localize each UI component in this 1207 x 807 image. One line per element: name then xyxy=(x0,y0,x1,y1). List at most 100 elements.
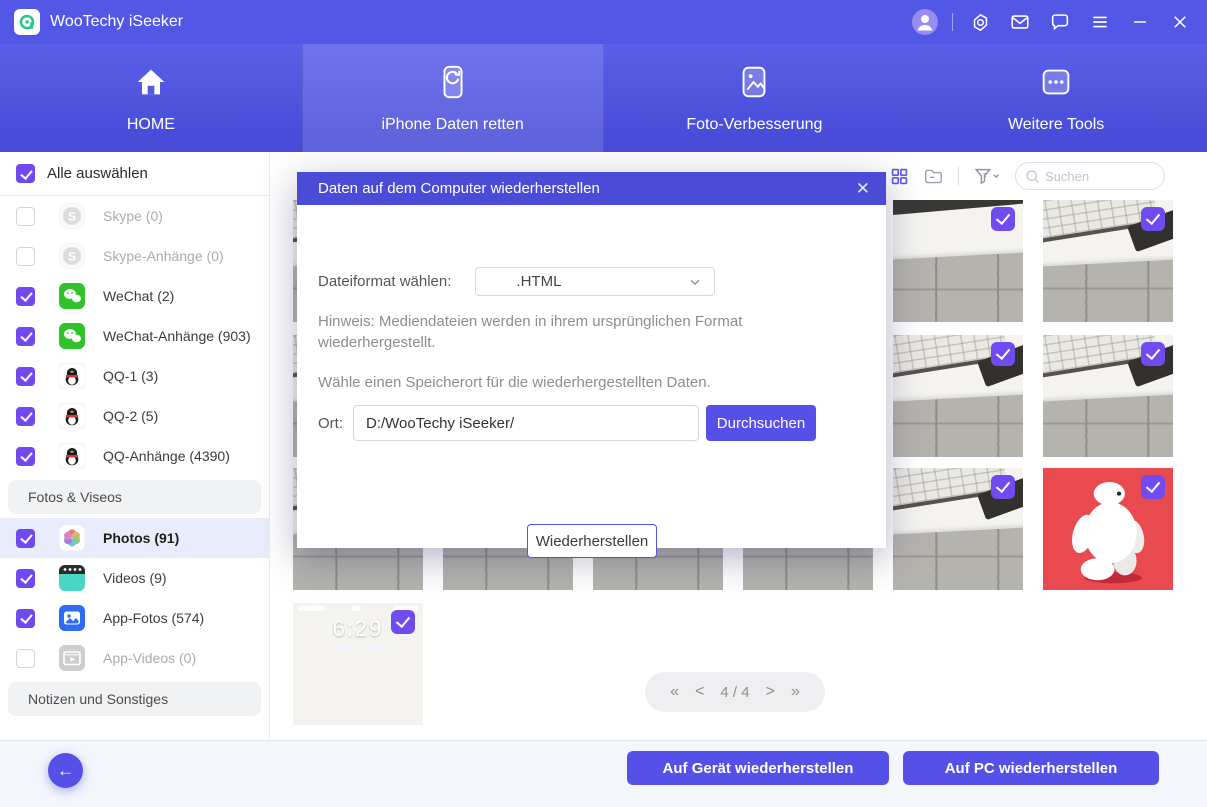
folder-view-icon[interactable] xyxy=(923,167,944,186)
titlebar: WooTechy iSeeker xyxy=(0,0,1207,44)
sidebar-item-qq-2-5-[interactable]: QQ-2 (5) xyxy=(0,396,269,436)
item-label: Videos (9) xyxy=(103,570,167,586)
photo-thumbnail[interactable] xyxy=(1043,468,1173,590)
select-all-checkbox[interactable] xyxy=(16,164,35,183)
wechat-icon xyxy=(59,323,85,349)
photo-checkbox[interactable] xyxy=(991,207,1015,231)
svg-text:S: S xyxy=(68,250,76,264)
search-icon xyxy=(1024,168,1041,185)
item-checkbox[interactable] xyxy=(16,609,35,628)
sidebar: Alle auswählen SSkype (0)SSkype-Anhänge … xyxy=(0,152,270,740)
photo-checkbox[interactable] xyxy=(991,475,1015,499)
skype-icon: S xyxy=(59,203,85,229)
restore-to-pc-button[interactable]: Auf PC wiederherstellen xyxy=(903,751,1159,785)
prev-page-button[interactable]: < xyxy=(695,683,704,701)
item-checkbox[interactable] xyxy=(16,367,35,386)
more-tools-icon xyxy=(1037,63,1075,106)
sidebar-item-skype-0-[interactable]: SSkype (0) xyxy=(0,196,269,236)
sidebar-item-skype-anh-nge-0-[interactable]: S Skype-Anhänge (0) xyxy=(0,236,269,276)
qq-icon xyxy=(59,443,85,469)
nav-tab-weitere-tools[interactable]: Weitere Tools xyxy=(905,44,1207,152)
app-fotos-icon xyxy=(59,605,85,631)
sidebar-item-app-fotos-574-[interactable]: App-Fotos (574) xyxy=(0,598,269,638)
nav-tab-home[interactable]: HOME xyxy=(0,44,302,152)
item-checkbox[interactable] xyxy=(16,407,35,426)
filter-icon[interactable] xyxy=(973,166,1001,186)
chevron-down-icon xyxy=(688,275,702,289)
sidebar-item-app-videos-0-[interactable]: App-Videos (0) xyxy=(0,638,269,678)
mail-icon[interactable] xyxy=(1007,9,1033,35)
pagination: « < 4 / 4 > » xyxy=(645,672,825,712)
main-nav: HOME iPhone Daten retten Foto-Verbesserung… xyxy=(0,44,1207,152)
path-input[interactable] xyxy=(353,405,699,441)
photo-thumbnail[interactable] xyxy=(1043,200,1173,322)
photo-enhance-icon xyxy=(735,63,773,106)
item-checkbox[interactable] xyxy=(16,569,35,588)
first-page-button[interactable]: « xyxy=(670,683,679,701)
chat-icon[interactable] xyxy=(1047,9,1073,35)
item-checkbox[interactable] xyxy=(16,529,35,548)
sidebar-item-wechat-anh-nge-903-[interactable]: WeChat-Anhänge (903) xyxy=(0,316,269,356)
sidebar-item-wechat-2-[interactable]: WeChat (2) xyxy=(0,276,269,316)
item-label: QQ-2 (5) xyxy=(103,408,158,424)
back-button[interactable]: ← xyxy=(48,753,83,788)
nav-tab-foto-verbesserung[interactable]: Foto-Verbesserung xyxy=(604,44,906,152)
qq-icon xyxy=(59,403,85,429)
photo-thumbnail[interactable] xyxy=(893,335,1023,457)
app-window: WooTechy iSeeker xyxy=(0,0,1207,807)
nav-tab-iphone-daten-retten[interactable]: iPhone Daten retten xyxy=(302,44,604,152)
lockscreen-date: 7月29日 星期四 xyxy=(293,643,423,654)
select-all-label: Alle auswählen xyxy=(47,165,148,182)
item-label: QQ-Anhänge (4390) xyxy=(103,448,230,464)
photo-thumbnail[interactable]: 6:297月29日 星期四 xyxy=(293,603,423,725)
menu-icon[interactable] xyxy=(1087,9,1113,35)
item-label: Skype-Anhänge (0) xyxy=(103,248,224,264)
sidebar-section-notizen-und-sonstiges[interactable]: Notizen und Sonstiges xyxy=(8,682,261,716)
app-title: WooTechy iSeeker xyxy=(50,13,183,31)
browse-button[interactable]: Durchsuchen xyxy=(706,405,816,441)
photo-checkbox[interactable] xyxy=(391,610,415,634)
photo-checkbox[interactable] xyxy=(1141,207,1165,231)
select-all-row[interactable]: Alle auswählen xyxy=(0,152,269,196)
restore-dialog: Daten auf dem Computer wiederherstellen … xyxy=(297,172,886,548)
sidebar-item-qq-1-3-[interactable]: QQ-1 (3) xyxy=(0,356,269,396)
toolbar-divider xyxy=(958,166,959,186)
format-label: Dateiformat wählen: xyxy=(318,273,451,290)
nav-tab-label: Foto-Verbesserung xyxy=(686,116,822,134)
last-page-button[interactable]: » xyxy=(791,683,800,701)
photo-checkbox[interactable] xyxy=(991,342,1015,366)
item-checkbox[interactable] xyxy=(16,649,35,668)
next-page-button[interactable]: > xyxy=(766,683,775,701)
restore-button[interactable]: Wiederherstellen xyxy=(527,524,657,558)
restore-to-device-button[interactable]: Auf Gerät wiederherstellen xyxy=(627,751,889,785)
home-icon xyxy=(132,63,170,106)
titlebar-divider xyxy=(952,13,953,31)
item-checkbox[interactable] xyxy=(16,247,35,266)
nav-tab-label: iPhone Daten retten xyxy=(381,116,523,134)
close-icon[interactable] xyxy=(1167,9,1193,35)
sidebar-item-videos-9-[interactable]: Videos (9) xyxy=(0,558,269,598)
videos-icon xyxy=(59,565,85,591)
photo-thumbnail[interactable] xyxy=(893,468,1023,590)
sidebar-item-photos-91-[interactable]: Photos (91) xyxy=(0,518,269,558)
sidebar-item-qq-anh-nge-4390-[interactable]: QQ-Anhänge (4390) xyxy=(0,436,269,476)
item-checkbox[interactable] xyxy=(16,287,35,306)
settings-icon[interactable] xyxy=(967,9,993,35)
minimize-icon[interactable] xyxy=(1127,9,1153,35)
item-checkbox[interactable] xyxy=(16,207,35,226)
grid-view-icon[interactable] xyxy=(890,167,909,186)
page-indicator: 4 / 4 xyxy=(720,684,749,701)
photo-thumbnail[interactable] xyxy=(893,200,1023,322)
search-input[interactable] xyxy=(1045,169,1145,184)
user-avatar[interactable] xyxy=(912,9,938,35)
search-box[interactable] xyxy=(1015,162,1165,190)
format-select[interactable]: .HTML xyxy=(475,267,715,296)
item-checkbox[interactable] xyxy=(16,327,35,346)
photo-checkbox[interactable] xyxy=(1141,475,1165,499)
sidebar-section-fotos-viseos[interactable]: Fotos & Viseos xyxy=(8,480,261,514)
item-checkbox[interactable] xyxy=(16,447,35,466)
skype-icon: S xyxy=(59,243,85,269)
photo-thumbnail[interactable] xyxy=(1043,335,1173,457)
photo-checkbox[interactable] xyxy=(1141,342,1165,366)
dialog-close-icon[interactable]: ✕ xyxy=(856,180,870,197)
